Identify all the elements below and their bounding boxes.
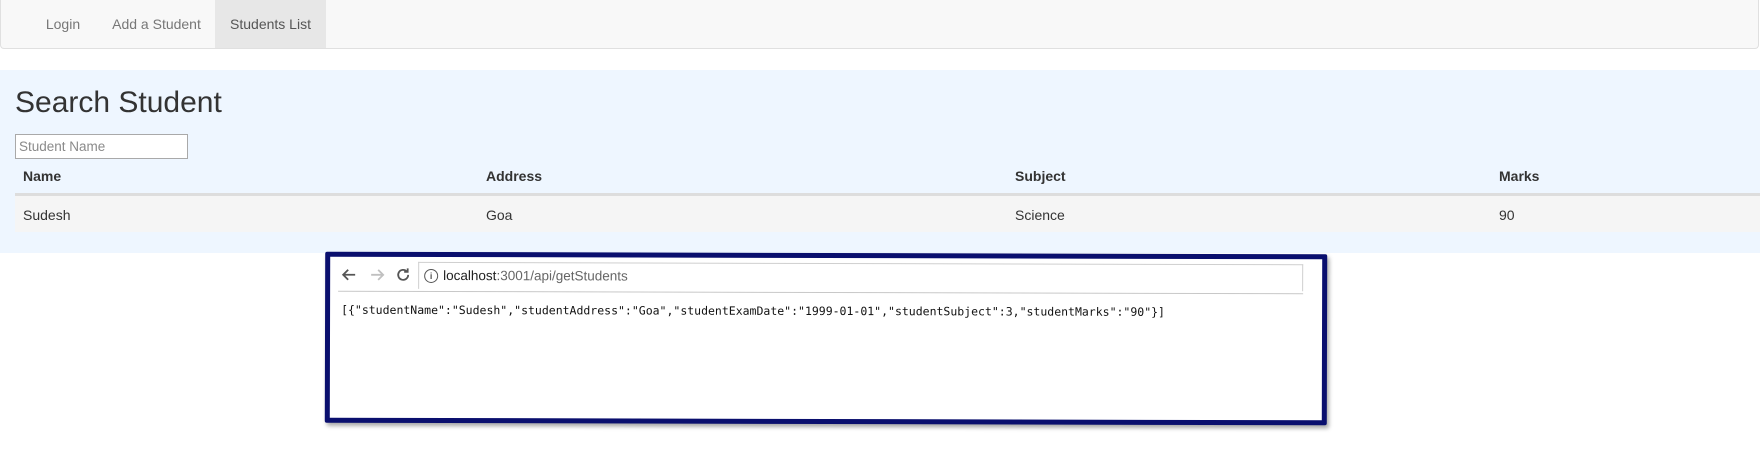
- cell-marks: 90: [1499, 207, 1515, 223]
- search-section: Search Student Name Address Subject Mark…: [0, 70, 1760, 253]
- json-response-text: [{"studentName":"Sudesh","studentAddress…: [341, 302, 1166, 319]
- top-navbar: Login Add a Student Students List: [0, 0, 1759, 49]
- column-header-address: Address: [486, 168, 543, 184]
- page-title: Search Student: [15, 86, 222, 119]
- student-name-search-input[interactable]: [15, 134, 188, 159]
- reload-icon[interactable]: [392, 263, 414, 287]
- students-table: Name Address Subject Marks Sudesh Goa Sc…: [15, 162, 1760, 266]
- api-response-screenshot: i localhost:3001/api/getStudents [{"stud…: [324, 251, 1328, 426]
- nav-link-add-student[interactable]: Add a Student: [100, 0, 213, 48]
- column-header-name: Name: [23, 168, 62, 184]
- back-arrow-icon[interactable]: [338, 263, 360, 287]
- url-path: :3001/api/getStudents: [496, 268, 628, 284]
- column-header-subject: Subject: [1015, 168, 1066, 184]
- info-icon[interactable]: i: [424, 268, 439, 283]
- cell-name: Sudesh: [23, 207, 71, 223]
- forward-arrow-icon[interactable]: [366, 263, 388, 287]
- nav-link-students-list[interactable]: Students List: [215, 0, 326, 48]
- url-host: localhost: [443, 267, 497, 284]
- cell-address: Goa: [486, 207, 513, 223]
- table-row: Sudesh Goa Science 90: [15, 195, 1760, 232]
- column-header-marks: Marks: [1499, 168, 1540, 184]
- cell-subject: Science: [1015, 207, 1065, 223]
- nav-link-login[interactable]: Login: [31, 0, 95, 48]
- url-text: localhost:3001/api/getStudents: [443, 268, 628, 283]
- browser-toolbar: i localhost:3001/api/getStudents: [338, 260, 1304, 295]
- address-bar[interactable]: i localhost:3001/api/getStudents: [418, 261, 1304, 292]
